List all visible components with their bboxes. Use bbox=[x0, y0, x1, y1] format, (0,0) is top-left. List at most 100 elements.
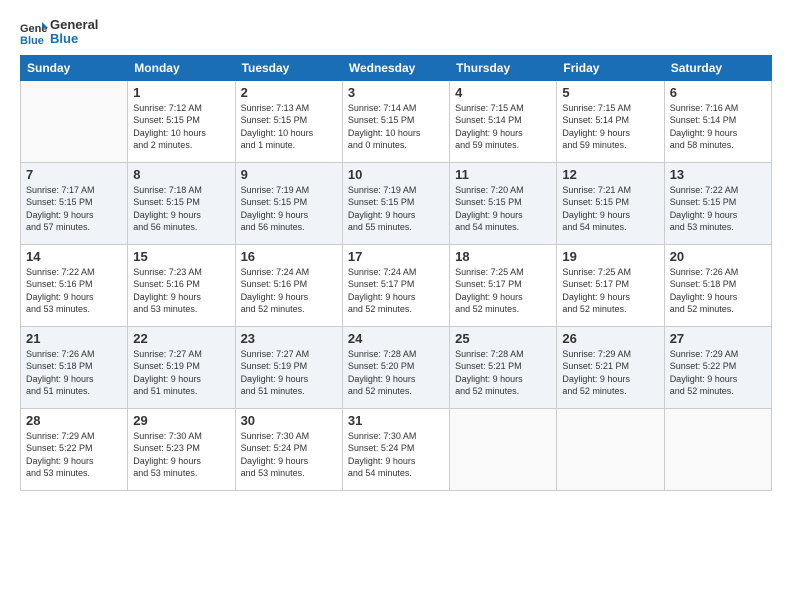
day-cell: 15Sunrise: 7:23 AMSunset: 5:16 PMDayligh… bbox=[128, 244, 235, 326]
header-cell-friday: Friday bbox=[557, 55, 664, 80]
day-info: Sunrise: 7:22 AMSunset: 5:16 PMDaylight:… bbox=[26, 266, 122, 316]
day-number: 18 bbox=[455, 249, 551, 264]
day-info: Sunrise: 7:14 AMSunset: 5:15 PMDaylight:… bbox=[348, 102, 444, 152]
day-cell bbox=[664, 408, 771, 490]
day-cell: 8 Sunrise: 7:18 AMSunset: 5:15 PMDaylight… bbox=[128, 162, 235, 244]
day-cell: 22 Sunrise: 7:27 AMSunset: 5:19 PMDayligh… bbox=[128, 326, 235, 408]
day-number: 30 bbox=[241, 413, 337, 428]
day-cell: 12 Sunrise: 7:21 AMSunset: 5:15 PMDayligh… bbox=[557, 162, 664, 244]
day-number: 25 bbox=[455, 331, 551, 346]
day-info: Sunrise: 7:16 AMSunset: 5:14 PMDaylight:… bbox=[670, 102, 766, 152]
day-info: Sunrise: 7:30 AMSunset: 5:24 PMDaylight:… bbox=[241, 430, 337, 480]
day-cell: 24 Sunrise: 7:28 AMSunset: 5:20 PMDayligh… bbox=[342, 326, 449, 408]
day-number: 10 bbox=[348, 167, 444, 182]
header-cell-wednesday: Wednesday bbox=[342, 55, 449, 80]
day-cell: 23 Sunrise: 7:27 AMSunset: 5:19 PMDayligh… bbox=[235, 326, 342, 408]
day-info: Sunrise: 7:25 AMSunset: 5:17 PMDaylight:… bbox=[562, 266, 658, 316]
day-info: Sunrise: 7:26 AMSunset: 5:18 PMDaylight:… bbox=[26, 348, 122, 398]
day-info: Sunrise: 7:21 AMSunset: 5:15 PMDaylight:… bbox=[562, 184, 658, 234]
header-cell-sunday: Sunday bbox=[21, 55, 128, 80]
day-cell bbox=[450, 408, 557, 490]
day-info: Sunrise: 7:27 AMSunset: 5:19 PMDaylight:… bbox=[241, 348, 337, 398]
week-row-2: 7 Sunrise: 7:17 AMSunset: 5:15 PMDaylight… bbox=[21, 162, 772, 244]
day-number: 3 bbox=[348, 85, 444, 100]
day-number: 20 bbox=[670, 249, 766, 264]
day-info: Sunrise: 7:27 AMSunset: 5:19 PMDaylight:… bbox=[133, 348, 229, 398]
day-info: Sunrise: 7:15 AMSunset: 5:14 PMDaylight:… bbox=[562, 102, 658, 152]
day-info: Sunrise: 7:30 AMSunset: 5:24 PMDaylight:… bbox=[348, 430, 444, 480]
day-number: 2 bbox=[241, 85, 337, 100]
day-cell: 16 Sunrise: 7:24 AMSunset: 5:16 PMDayligh… bbox=[235, 244, 342, 326]
day-number: 6 bbox=[670, 85, 766, 100]
logo-general: General bbox=[50, 18, 98, 32]
logo-blue: Blue bbox=[50, 32, 98, 46]
header-row: SundayMondayTuesdayWednesdayThursdayFrid… bbox=[21, 55, 772, 80]
day-cell: 27Sunrise: 7:29 AMSunset: 5:22 PMDayligh… bbox=[664, 326, 771, 408]
day-number: 14 bbox=[26, 249, 122, 264]
day-number: 9 bbox=[241, 167, 337, 182]
day-cell: 7 Sunrise: 7:17 AMSunset: 5:15 PMDaylight… bbox=[21, 162, 128, 244]
day-info: Sunrise: 7:24 AMSunset: 5:16 PMDaylight:… bbox=[241, 266, 337, 316]
day-info: Sunrise: 7:20 AMSunset: 5:15 PMDaylight:… bbox=[455, 184, 551, 234]
day-info: Sunrise: 7:17 AMSunset: 5:15 PMDaylight:… bbox=[26, 184, 122, 234]
day-info: Sunrise: 7:29 AMSunset: 5:22 PMDaylight:… bbox=[670, 348, 766, 398]
day-cell bbox=[21, 80, 128, 162]
day-number: 1 bbox=[133, 85, 229, 100]
day-info: Sunrise: 7:22 AMSunset: 5:15 PMDaylight:… bbox=[670, 184, 766, 234]
header-cell-monday: Monday bbox=[128, 55, 235, 80]
day-number: 5 bbox=[562, 85, 658, 100]
day-number: 11 bbox=[455, 167, 551, 182]
day-number: 16 bbox=[241, 249, 337, 264]
day-info: Sunrise: 7:19 AMSunset: 5:15 PMDaylight:… bbox=[348, 184, 444, 234]
day-number: 7 bbox=[26, 167, 122, 182]
day-info: Sunrise: 7:19 AMSunset: 5:15 PMDaylight:… bbox=[241, 184, 337, 234]
week-row-4: 21 Sunrise: 7:26 AMSunset: 5:18 PMDayligh… bbox=[21, 326, 772, 408]
day-cell: 17Sunrise: 7:24 AMSunset: 5:17 PMDayligh… bbox=[342, 244, 449, 326]
day-info: Sunrise: 7:23 AMSunset: 5:16 PMDaylight:… bbox=[133, 266, 229, 316]
day-number: 19 bbox=[562, 249, 658, 264]
day-cell: 10 Sunrise: 7:19 AMSunset: 5:15 PMDayligh… bbox=[342, 162, 449, 244]
day-cell: 6 Sunrise: 7:16 AMSunset: 5:14 PMDaylight… bbox=[664, 80, 771, 162]
day-info: Sunrise: 7:25 AMSunset: 5:17 PMDaylight:… bbox=[455, 266, 551, 316]
day-cell bbox=[557, 408, 664, 490]
day-info: Sunrise: 7:28 AMSunset: 5:20 PMDaylight:… bbox=[348, 348, 444, 398]
day-cell: 29Sunrise: 7:30 AMSunset: 5:23 PMDayligh… bbox=[128, 408, 235, 490]
day-number: 8 bbox=[133, 167, 229, 182]
day-cell: 21 Sunrise: 7:26 AMSunset: 5:18 PMDayligh… bbox=[21, 326, 128, 408]
day-info: Sunrise: 7:26 AMSunset: 5:18 PMDaylight:… bbox=[670, 266, 766, 316]
header: General Blue General Blue bbox=[20, 18, 772, 47]
day-cell: 30 Sunrise: 7:30 AMSunset: 5:24 PMDayligh… bbox=[235, 408, 342, 490]
day-cell: 14 Sunrise: 7:22 AMSunset: 5:16 PMDayligh… bbox=[21, 244, 128, 326]
day-number: 26 bbox=[562, 331, 658, 346]
day-number: 12 bbox=[562, 167, 658, 182]
calendar-page: General Blue General Blue SundayMondayTu… bbox=[0, 0, 792, 612]
day-info: Sunrise: 7:18 AMSunset: 5:15 PMDaylight:… bbox=[133, 184, 229, 234]
day-info: Sunrise: 7:15 AMSunset: 5:14 PMDaylight:… bbox=[455, 102, 551, 152]
week-row-1: 1 Sunrise: 7:12 AMSunset: 5:15 PMDaylight… bbox=[21, 80, 772, 162]
day-number: 23 bbox=[241, 331, 337, 346]
day-info: Sunrise: 7:12 AMSunset: 5:15 PMDaylight:… bbox=[133, 102, 229, 152]
day-number: 28 bbox=[26, 413, 122, 428]
day-info: Sunrise: 7:29 AMSunset: 5:21 PMDaylight:… bbox=[562, 348, 658, 398]
day-number: 24 bbox=[348, 331, 444, 346]
day-number: 21 bbox=[26, 331, 122, 346]
logo: General Blue General Blue bbox=[20, 18, 98, 47]
header-cell-tuesday: Tuesday bbox=[235, 55, 342, 80]
day-cell: 20 Sunrise: 7:26 AMSunset: 5:18 PMDayligh… bbox=[664, 244, 771, 326]
day-number: 31 bbox=[348, 413, 444, 428]
day-cell: 5 Sunrise: 7:15 AMSunset: 5:14 PMDaylight… bbox=[557, 80, 664, 162]
day-info: Sunrise: 7:30 AMSunset: 5:23 PMDaylight:… bbox=[133, 430, 229, 480]
day-cell: 31 Sunrise: 7:30 AMSunset: 5:24 PMDayligh… bbox=[342, 408, 449, 490]
day-cell: 19 Sunrise: 7:25 AMSunset: 5:17 PMDayligh… bbox=[557, 244, 664, 326]
day-number: 13 bbox=[670, 167, 766, 182]
week-row-5: 28 Sunrise: 7:29 AMSunset: 5:22 PMDayligh… bbox=[21, 408, 772, 490]
day-cell: 4Sunrise: 7:15 AMSunset: 5:14 PMDaylight… bbox=[450, 80, 557, 162]
day-info: Sunrise: 7:29 AMSunset: 5:22 PMDaylight:… bbox=[26, 430, 122, 480]
day-number: 22 bbox=[133, 331, 229, 346]
day-info: Sunrise: 7:24 AMSunset: 5:17 PMDaylight:… bbox=[348, 266, 444, 316]
day-cell: 13 Sunrise: 7:22 AMSunset: 5:15 PMDayligh… bbox=[664, 162, 771, 244]
day-cell: 28 Sunrise: 7:29 AMSunset: 5:22 PMDayligh… bbox=[21, 408, 128, 490]
header-cell-saturday: Saturday bbox=[664, 55, 771, 80]
day-cell: 1 Sunrise: 7:12 AMSunset: 5:15 PMDaylight… bbox=[128, 80, 235, 162]
header-cell-thursday: Thursday bbox=[450, 55, 557, 80]
